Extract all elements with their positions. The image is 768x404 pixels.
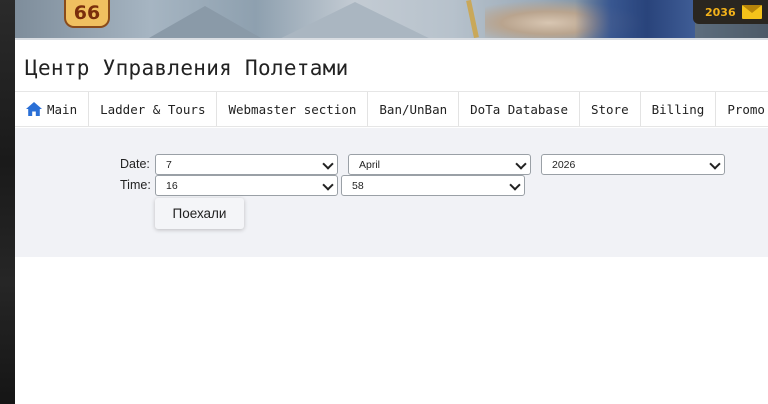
year-select[interactable]: 2026 [541, 154, 725, 175]
day-select[interactable]: 7 [155, 154, 338, 175]
nav-item-ban-unban[interactable]: Ban/UnBan [368, 92, 460, 126]
chevron-down-icon [322, 158, 334, 170]
chevron-down-icon [509, 179, 521, 191]
time-label: Time: [120, 178, 151, 192]
nav-item-label: Promo [727, 101, 765, 117]
nav-item-label: Main [47, 101, 78, 117]
nav-item-ladder-tours[interactable]: Ladder & Tours [89, 92, 218, 126]
mail-notification[interactable]: 2036 [693, 0, 768, 24]
nav-item-dota-database[interactable]: DoTa Database [459, 92, 580, 126]
date-label: Date: [120, 157, 150, 171]
envelope-icon [741, 5, 762, 19]
main-nav: Main Ladder & Tours Webmaster section Ba… [15, 91, 768, 127]
day-value: 7 [166, 158, 172, 171]
minute-select[interactable]: 58 [341, 175, 525, 196]
nav-item-label: DoTa Database [470, 101, 568, 117]
level-badge[interactable]: 66 [64, 0, 110, 28]
nav-item-label: Store [590, 101, 629, 117]
nav-item-main[interactable]: Main [15, 92, 90, 126]
chevron-down-icon [515, 158, 527, 170]
nav-item-label: Ladder & Tours [100, 101, 206, 117]
month-value: April [359, 158, 381, 171]
mail-count: 2036 [705, 5, 736, 19]
banner-divider [15, 38, 768, 40]
hour-select[interactable]: 16 [155, 175, 338, 196]
nav-item-billing[interactable]: Billing [641, 92, 717, 126]
nav-item-label: Ban/UnBan [379, 101, 448, 117]
minute-value: 58 [352, 179, 364, 192]
home-icon [26, 102, 42, 116]
month-select[interactable]: April [348, 154, 531, 175]
left-edge-background [0, 0, 15, 404]
submit-button[interactable]: Поехали [155, 198, 244, 229]
header-banner [15, 0, 768, 38]
chevron-down-icon [322, 179, 334, 191]
nav-item-store[interactable]: Store [580, 92, 641, 126]
nav-item-label: Billing [651, 101, 705, 117]
nav-item-webmaster[interactable]: Webmaster section [217, 92, 369, 126]
level-value: 66 [73, 2, 101, 24]
nav-item-label: Webmaster section [228, 101, 357, 117]
page-title: Центр Управления Полетами [25, 56, 349, 80]
nav-item-promo[interactable]: Promo [716, 92, 768, 126]
hour-value: 16 [166, 179, 178, 192]
chevron-down-icon [709, 158, 721, 170]
year-value: 2026 [552, 158, 576, 171]
